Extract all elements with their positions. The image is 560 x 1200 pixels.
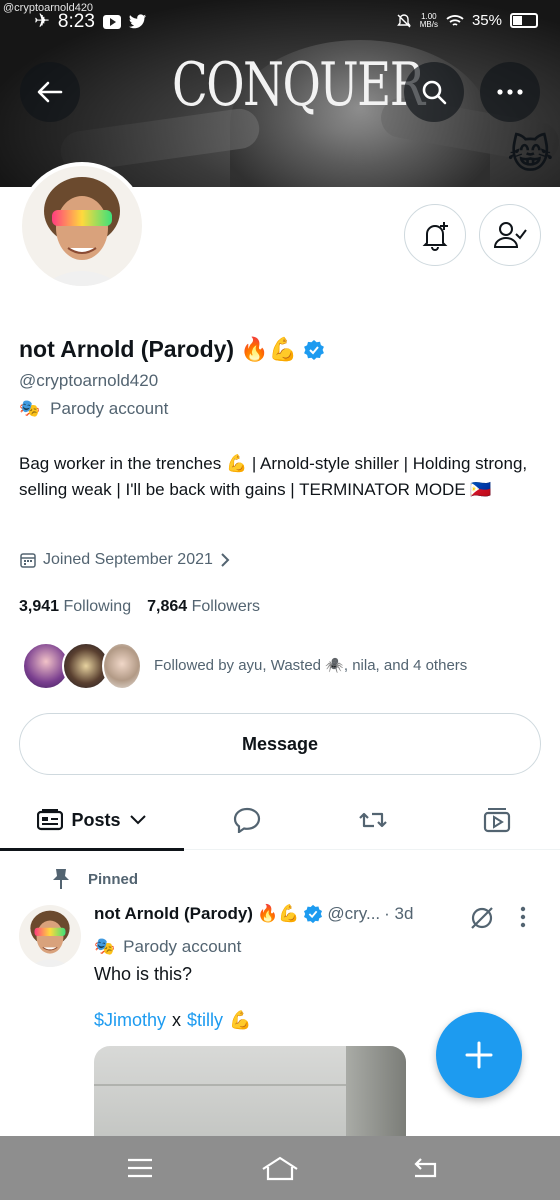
- theater-mask-icon: 🎭: [19, 399, 41, 418]
- compose-post-button[interactable]: [436, 1012, 522, 1098]
- parody-label: Parody account: [50, 399, 169, 418]
- system-back-button[interactable]: [406, 1152, 446, 1184]
- back-button[interactable]: [20, 62, 80, 122]
- joined-date-row[interactable]: Joined September 2021: [19, 551, 231, 569]
- post-author-emojis: 🔥💪: [256, 904, 300, 923]
- followers-label: Followers: [191, 598, 261, 615]
- followers-stat[interactable]: 7,864 Followers: [147, 598, 260, 616]
- parody-label-row: 🎭 Parody account: [19, 399, 168, 419]
- youtube-icon: [102, 14, 121, 29]
- avatar-face-image: [22, 166, 142, 286]
- tab-posts-label: Posts: [71, 809, 121, 830]
- plus-icon: [465, 1041, 493, 1069]
- person-check-icon: [493, 222, 527, 248]
- more-dots-icon: [497, 89, 523, 95]
- profile-handle: @cryptoarnold420: [19, 371, 159, 390]
- grok-icon: [471, 907, 493, 929]
- status-left: ✈ 8:23: [34, 10, 147, 33]
- post-text: Who is this?: [94, 964, 193, 984]
- reply-bubble-icon: [233, 807, 261, 833]
- post-header: not Arnold (Parody) 🔥💪 @cry... · 3d: [94, 904, 413, 924]
- repost-icon: [359, 812, 387, 828]
- notifications-button[interactable]: [404, 204, 466, 266]
- back-arrow-icon: [37, 81, 63, 103]
- cashtag-emoji: 💪: [229, 1010, 252, 1030]
- grok-button[interactable]: [468, 904, 496, 937]
- bell-plus-icon: [422, 222, 448, 251]
- post-parody-label: Parody account: [123, 937, 242, 956]
- post-more-button[interactable]: [520, 906, 526, 933]
- profile-name-row: not Arnold (Parody) 🔥💪: [19, 336, 325, 363]
- post-author-handle[interactable]: @cry...: [327, 904, 380, 924]
- pinned-label: Pinned: [88, 870, 139, 888]
- battery-percent: 35%: [471, 12, 502, 29]
- followers-count: 7,864: [147, 598, 188, 615]
- follower-avatar: [102, 642, 142, 690]
- status-bar: @cryptoarnold420 ✈ 8:23 1.00 MB/s 35%: [0, 0, 560, 44]
- post-cashtags: $Jimothy x $tilly 💪: [94, 1010, 251, 1031]
- following-stat[interactable]: 3,941 Following: [19, 598, 131, 616]
- vertical-dots-icon: [520, 906, 526, 928]
- profile-tabs: Posts: [0, 790, 560, 851]
- following-count: 3,941: [19, 598, 60, 615]
- verified-badge-icon: [304, 904, 323, 924]
- cashtag-link[interactable]: $tilly: [187, 1010, 223, 1031]
- calendar-icon: [20, 553, 36, 568]
- follow-stats: 3,941 Following 7,864 Followers: [19, 598, 260, 616]
- name-emojis: 🔥💪: [240, 336, 298, 362]
- media-play-icon: [483, 808, 511, 833]
- cashtag-separator: x: [172, 1010, 182, 1030]
- speed-unit: MB/s: [419, 19, 438, 29]
- following-label: Following: [63, 598, 132, 615]
- network-speed: 1.00 MB/s: [419, 12, 438, 29]
- cashtag-link[interactable]: $Jimothy: [94, 1010, 166, 1031]
- post-author-avatar[interactable]: [19, 905, 81, 967]
- tab-reposts[interactable]: [336, 790, 410, 850]
- banner-title: CONQUER: [172, 50, 425, 120]
- pin-icon: [53, 869, 69, 889]
- profile-avatar[interactable]: [18, 162, 146, 290]
- active-tab-indicator: [0, 848, 184, 851]
- airplane-mode-icon: ✈: [34, 11, 50, 32]
- twitter-bird-icon: [128, 14, 146, 29]
- home-button[interactable]: [260, 1152, 300, 1184]
- cat-emoji-sticker: 😹: [507, 133, 554, 177]
- mute-bell-icon: [396, 13, 411, 27]
- post-avatar-image: [19, 905, 81, 967]
- recent-apps-button[interactable]: [120, 1152, 160, 1184]
- followed-by-text[interactable]: Followed by ayu, Wasted 🕷️, nila, and 4 …: [154, 656, 467, 674]
- followed-by-avatars[interactable]: [22, 642, 142, 692]
- system-navigation-bar: [0, 1136, 560, 1200]
- tab-replies[interactable]: [210, 790, 284, 850]
- post-time[interactable]: · 3d: [384, 904, 413, 924]
- search-icon: [422, 80, 447, 105]
- home-icon: [262, 1156, 298, 1181]
- joined-date: Joined September 2021: [43, 551, 213, 568]
- status-right: 1.00 MB/s 35%: [396, 12, 538, 29]
- profile-name: not Arnold (Parody): [19, 336, 235, 362]
- wifi-icon: [446, 14, 464, 26]
- return-icon: [414, 1158, 437, 1178]
- menu-lines-icon: [128, 1158, 152, 1178]
- pinned-indicator: Pinned: [52, 868, 138, 890]
- post-parody-row: 🎭 Parody account: [94, 937, 241, 957]
- verified-badge-icon[interactable]: [303, 339, 325, 361]
- chevron-right-icon: [221, 553, 230, 567]
- tab-media[interactable]: [460, 790, 534, 850]
- tab-posts[interactable]: Posts: [0, 790, 184, 851]
- posts-list-icon: [37, 809, 64, 831]
- search-button[interactable]: [404, 62, 464, 122]
- chevron-down-icon: [129, 815, 146, 825]
- post-author-name[interactable]: not Arnold (Parody): [94, 904, 253, 924]
- battery-icon: [510, 13, 538, 28]
- status-time: 8:23: [57, 10, 95, 32]
- theater-mask-icon: 🎭: [94, 937, 116, 956]
- message-button[interactable]: Message: [19, 713, 541, 775]
- profile-bio: Bag worker in the trenches 💪 | Arnold-st…: [19, 454, 528, 499]
- more-options-button[interactable]: [480, 62, 540, 122]
- following-button[interactable]: [479, 204, 541, 266]
